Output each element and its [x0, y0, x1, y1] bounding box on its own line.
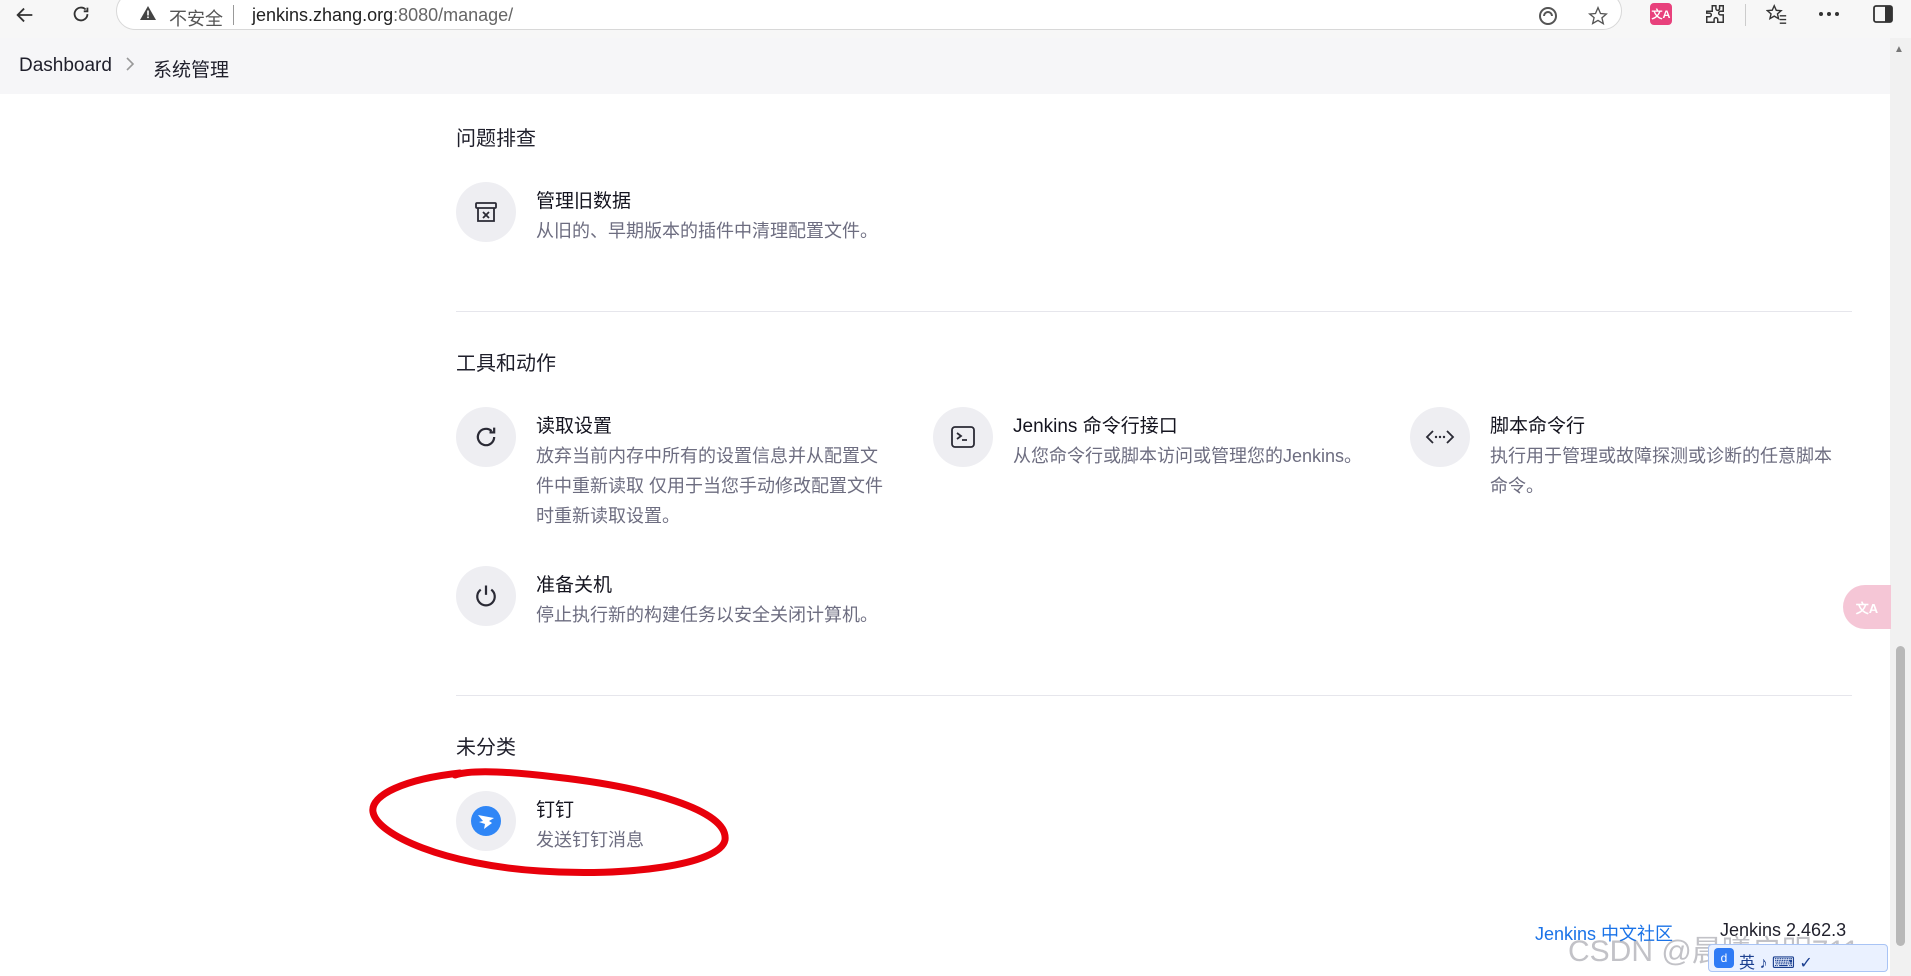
item-title: 读取设置 — [536, 416, 613, 437]
back-arrow-icon[interactable] — [8, 0, 42, 30]
section-title-tools: 工具和动作 — [456, 353, 556, 375]
url-host: jenkins.zhang.org — [252, 5, 394, 25]
more-icon[interactable] — [1812, 0, 1846, 28]
item-title: 脚本命令行 — [1490, 416, 1586, 437]
ime-toolbar[interactable]: d 英 ♪ ⌨ ✓ — [1708, 944, 1888, 972]
annotation-circle — [369, 768, 729, 876]
reload-icon — [456, 407, 516, 467]
item-description: 执行用于管理或故障探测或诊断的任意脚本命令。 — [1490, 446, 1832, 496]
browser-toolbar: 不安全 jenkins.zhang.org:8080/manage/ 文A — [0, 0, 1911, 38]
chevron-up-icon[interactable]: ▲ — [1894, 44, 1904, 55]
edge-refresh-icon[interactable] — [1535, 3, 1561, 29]
item-description: 发送钉钉消息 — [536, 830, 644, 850]
extensions-icon[interactable] — [1698, 0, 1732, 28]
power-icon — [456, 566, 516, 626]
section-title-uncategorized: 未分类 — [456, 737, 516, 759]
ime-logo-icon: d — [1714, 948, 1734, 968]
favorites-icon[interactable] — [1760, 0, 1794, 28]
translate-icon: 文A — [1855, 600, 1879, 616]
archive-x-icon — [456, 182, 516, 242]
terminal-icon — [933, 407, 993, 467]
chevron-right-icon — [125, 55, 135, 76]
item-description: 放弃当前内存中所有的设置信息并从配置文件中重新读取 仅用于当您手动修改配置文件时… — [536, 446, 883, 526]
item-description: 从您命令行或脚本访问或管理您的Jenkins。 — [1013, 446, 1363, 466]
section-title-troubleshooting: 问题排查 — [456, 128, 536, 150]
reload-icon[interactable] — [64, 0, 98, 30]
item-description: 从旧的、早期版本的插件中清理配置文件。 — [536, 221, 878, 241]
scrollbar[interactable]: ▲ — [1890, 38, 1911, 976]
code-icon — [1410, 407, 1470, 467]
url-text[interactable]: jenkins.zhang.org:8080/manage/ — [252, 5, 513, 26]
item-title: 钉钉 — [536, 800, 575, 821]
divider — [233, 5, 234, 25]
section-divider — [456, 695, 1852, 696]
translate-icon[interactable]: 文A — [1644, 0, 1678, 28]
item-title: Jenkins 命令行接口 — [1013, 416, 1178, 437]
section-divider — [456, 311, 1852, 312]
address-bar[interactable]: 不安全 jenkins.zhang.org:8080/manage/ — [116, 0, 1622, 30]
url-path: :8080/manage/ — [393, 5, 514, 25]
breadcrumb-current[interactable]: 系统管理 — [153, 55, 229, 82]
dingtalk-icon — [456, 791, 516, 851]
floating-translate-button[interactable]: 文A — [1843, 585, 1891, 629]
item-description: 停止执行新的构建任务以安全关闭计算机。 — [536, 605, 878, 625]
scrollbar-thumb[interactable] — [1896, 646, 1905, 946]
warning-icon — [139, 5, 157, 26]
breadcrumb: Dashboard 系统管理 — [0, 38, 1890, 94]
toolbar-divider — [1745, 4, 1746, 26]
translate-badge: 文A — [1650, 3, 1672, 25]
security-status[interactable]: 不安全 — [169, 5, 223, 31]
item-title: 准备关机 — [536, 575, 613, 596]
breadcrumb-dashboard[interactable]: Dashboard — [19, 55, 112, 77]
sidebar-icon[interactable] — [1866, 0, 1900, 28]
item-title: 管理旧数据 — [536, 191, 632, 212]
star-icon[interactable] — [1585, 3, 1611, 29]
ime-status[interactable]: 英 ♪ ⌨ ✓ — [1739, 949, 1813, 973]
